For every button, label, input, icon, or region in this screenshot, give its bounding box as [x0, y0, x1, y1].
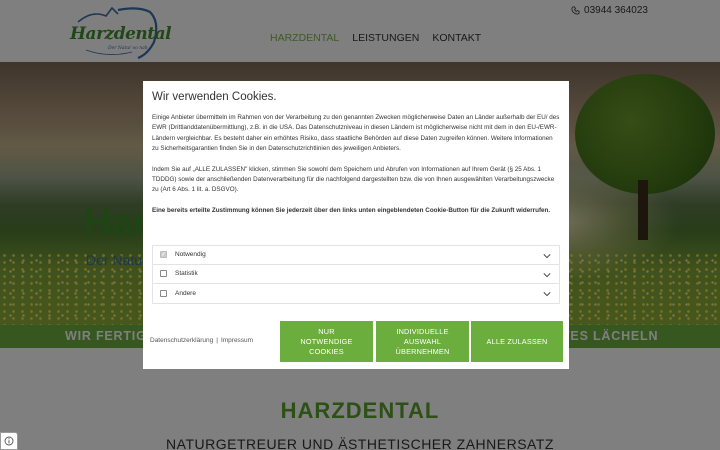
checkbox-notwendig: ✓	[160, 251, 167, 259]
chevron-down-icon[interactable]	[543, 252, 551, 260]
necessary-cookies-button[interactable]: NUR NOTWENDIGE COOKIES	[280, 321, 373, 362]
category-label: Andere	[175, 289, 196, 297]
cookie-text-revoke: Eine bereits erteilte Zustimmung können …	[152, 206, 551, 214]
imprint-link[interactable]: Impressum	[221, 337, 253, 344]
checkbox-statistik[interactable]	[160, 270, 167, 278]
category-label: Statistik	[175, 270, 198, 278]
cookie-settings-button[interactable]	[0, 432, 18, 450]
info-icon	[4, 436, 14, 446]
link-separator: |	[216, 337, 218, 344]
cookie-text-transfer: Einige Anbieter übermitteln im Rahmen vo…	[152, 114, 560, 153]
category-notwendig[interactable]: ✓ Notwendig	[152, 245, 560, 265]
category-label: Notwendig	[175, 251, 206, 259]
cookie-dialog-title: Wir verwenden Cookies.	[152, 91, 277, 103]
privacy-policy-link[interactable]: Datenschutzerklärung	[150, 337, 213, 344]
individual-selection-button[interactable]: INDIVIDUELLE AUSWAHL ÜBERNEHMEN	[376, 321, 469, 362]
cookie-categories: ✓ Notwendig Statistik Andere	[152, 245, 560, 304]
chevron-down-icon[interactable]	[543, 290, 551, 298]
cookie-dialog-links: Datenschutzerklärung | Impressum	[150, 337, 253, 344]
cookie-dialog-body: Einige Anbieter übermitteln im Rahmen vo…	[152, 113, 560, 226]
category-andere[interactable]: Andere	[152, 284, 560, 304]
category-statistik[interactable]: Statistik	[152, 264, 560, 284]
accept-all-button[interactable]: ALLE ZULASSEN	[471, 321, 563, 362]
checkbox-andere[interactable]	[160, 289, 167, 297]
cookie-text-consent: Indem Sie auf „ALLE ZULASSEN" klicken, s…	[152, 165, 555, 194]
cookie-dialog: Wir verwenden Cookies. Einige Anbieter ü…	[143, 81, 569, 369]
chevron-down-icon[interactable]	[543, 271, 551, 279]
